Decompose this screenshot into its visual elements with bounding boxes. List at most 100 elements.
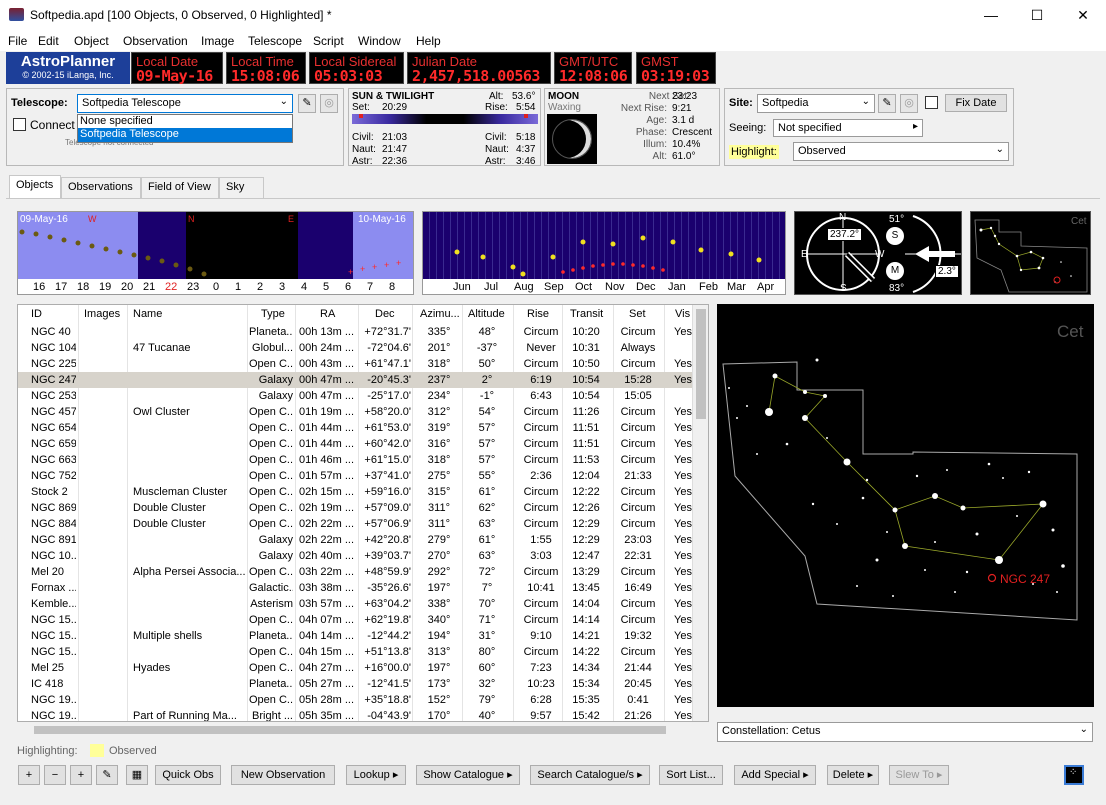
col-type[interactable]: Type <box>261 308 285 320</box>
telescope-option[interactable]: None specified <box>78 115 292 128</box>
table-row[interactable]: NGC 40 Planeta... 00h 13m ... +72°31.7' 335°… <box>18 324 694 340</box>
col-vis[interactable]: Vis <box>675 308 690 320</box>
col-id[interactable]: ID <box>31 308 42 320</box>
site-select[interactable]: Softpedia ⌄ <box>757 94 875 113</box>
add-object-button[interactable]: + <box>18 765 40 785</box>
col-transit[interactable]: Transit <box>570 308 603 320</box>
col-rise[interactable]: Rise <box>527 308 549 320</box>
table-row[interactable]: NGC 225 Open C... 00h 43m ... +61°47.1' 318°… <box>18 356 694 372</box>
slew-to-button[interactable]: Slew To ▸ <box>889 765 949 785</box>
table-row[interactable]: NGC 457 Owl Cluster Open C... 01h 19m ... +5… <box>18 404 694 420</box>
table-row[interactable]: NGC 10... Galaxy 02h 40m ... +39°03.7' 270° 6… <box>18 548 694 564</box>
scroll-thumb[interactable] <box>34 726 666 734</box>
highlight-select[interactable]: Observed ⌄ <box>793 142 1009 161</box>
cell-rise: Circum <box>523 358 559 370</box>
quick-obs-button[interactable]: Quick Obs <box>155 765 221 785</box>
menu-image[interactable]: Image <box>201 34 234 48</box>
show-catalogue-button[interactable]: Show Catalogue ▸ <box>416 765 520 785</box>
scroll-thumb[interactable] <box>696 309 706 419</box>
target-label[interactable]: NGC 247 <box>1000 572 1050 586</box>
cell-rise: 6:43 <box>530 390 552 402</box>
col-set[interactable]: Set <box>629 308 646 320</box>
col-ra[interactable]: RA <box>320 308 335 320</box>
menu-help[interactable]: Help <box>416 34 441 48</box>
search-catalogue-button[interactable]: Search Catalogue/s ▸ <box>530 765 650 785</box>
site-globe-button[interactable]: ◎ <box>900 94 918 113</box>
cell-rise: Circum <box>523 326 559 338</box>
edit-telescope-button[interactable]: ✎ <box>298 94 316 113</box>
table-row[interactable]: NGC 15... Multiple shells Planeta... 04h 14… <box>18 628 694 644</box>
delete-button[interactable]: Delete ▸ <box>827 765 879 785</box>
table-row[interactable]: NGC 654 Open C... 01h 44m ... +61°53.0' 319°… <box>18 420 694 436</box>
sky-map[interactable]: Cet NGC 247 <box>717 304 1094 707</box>
moon-alt: 61.0° <box>672 151 696 162</box>
table-vertical-scrollbar[interactable] <box>692 305 708 721</box>
seeing-select[interactable]: Not specified ▸ <box>773 119 923 137</box>
fix-date-checkbox[interactable] <box>925 96 938 109</box>
maximize-button[interactable]: ☐ <box>1014 0 1060 31</box>
col-dec[interactable]: Dec <box>375 308 395 320</box>
cell-altitude: 60° <box>478 662 496 674</box>
connect-label: Connect t <box>30 118 82 132</box>
table-row[interactable]: NGC 15... Open C... 04h 15m ... +51°13.8' 31… <box>18 644 694 660</box>
table-row[interactable]: Fornax ... Galactic... 03h 38m ... -35°26.6… <box>18 580 694 596</box>
col-azimuth[interactable]: Azimu... <box>420 308 460 320</box>
telescope-settings-button[interactable]: ◎ <box>320 94 338 113</box>
minimize-button[interactable]: — <box>968 0 1014 31</box>
mini-constellation-map[interactable]: Cet <box>970 211 1091 295</box>
menu-file[interactable]: File <box>8 34 27 48</box>
menu-script[interactable]: Script <box>313 34 344 48</box>
connect-checkbox[interactable] <box>13 118 26 131</box>
menu-observation[interactable]: Observation <box>123 34 188 48</box>
tab-sky[interactable]: Sky <box>219 177 264 198</box>
table-row[interactable]: IC 418 Planeta... 05h 27m ... -12°41.5' 173°… <box>18 676 694 692</box>
table-row[interactable]: Mel 25 Hyades Open C... 04h 27m ... +16°00.0… <box>18 660 694 676</box>
menu-window[interactable]: Window <box>358 34 401 48</box>
remove-object-button[interactable]: − <box>44 765 66 785</box>
table-row[interactable]: NGC 253 Galaxy 00h 47m ... -25°17.0' 234° -1°… <box>18 388 694 404</box>
table-row[interactable]: NGC 19... Part of Running Ma... Bright ...… <box>18 708 694 721</box>
new-observation-button[interactable]: New Observation <box>231 765 335 785</box>
telescope-option[interactable]: Softpedia Telescope <box>78 128 292 142</box>
table-row[interactable]: NGC 659 Open C... 01h 44m ... +60°42.0' 316°… <box>18 436 694 452</box>
table-horizontal-scrollbar[interactable] <box>18 722 708 738</box>
site-label: Site: <box>729 97 753 109</box>
sky-view-toggle-button[interactable]: ⁘ <box>1064 765 1084 785</box>
table-row[interactable]: NGC 247 Galaxy 00h 47m ... -20°45.3' 237° 2° 6… <box>18 372 694 388</box>
lookup-button[interactable]: Lookup ▸ <box>346 765 406 785</box>
calculator-button[interactable]: ▦ <box>126 765 148 785</box>
edit-object-button[interactable]: ✎ <box>96 765 118 785</box>
tab-observations[interactable]: Observations <box>61 177 141 198</box>
telescope-select[interactable]: Softpedia Telescope ⌄ <box>77 94 293 113</box>
edit-site-button[interactable]: ✎ <box>878 94 896 113</box>
table-row[interactable]: NGC 663 Open C... 01h 46m ... +61°15.0' 318°… <box>18 452 694 468</box>
fix-date-button[interactable]: Fix Date <box>945 94 1007 112</box>
cell-type: Open C... <box>249 518 293 530</box>
table-row[interactable]: NGC 884 Double Cluster Open C... 02h 22m ..… <box>18 516 694 532</box>
table-row[interactable]: NGC 752 Open C... 01h 57m ... +37°41.0' 275°… <box>18 468 694 484</box>
tab-field-of-view[interactable]: Field of View <box>141 177 219 198</box>
table-row[interactable]: NGC 869 Double Cluster Open C... 02h 19m ..… <box>18 500 694 516</box>
table-row[interactable]: Stock 2 Muscleman Cluster Open C... 02h 15m… <box>18 484 694 500</box>
col-name[interactable]: Name <box>133 308 162 320</box>
constellation-select[interactable]: Constellation: Cetus ⌄ <box>717 722 1093 742</box>
add-special-button[interactable]: Add Special ▸ <box>734 765 816 785</box>
table-header: ID Images Name Type RA Dec Azimu... Alti… <box>18 305 694 323</box>
table-row[interactable]: NGC 19... Open C... 05h 28m ... +35°18.8' 15… <box>18 692 694 708</box>
sort-list-button[interactable]: Sort List... <box>659 765 723 785</box>
tab-objects[interactable]: Objects <box>9 175 61 199</box>
menu-edit[interactable]: Edit <box>38 34 59 48</box>
table-row[interactable]: NGC 15... Open C... 04h 07m ... +62°19.8' 34… <box>18 612 694 628</box>
table-row[interactable]: NGC 891 Galaxy 02h 22m ... +42°20.8' 279° 61°… <box>18 532 694 548</box>
menu-telescope[interactable]: Telescope <box>248 34 302 48</box>
close-button[interactable]: ✕ <box>1060 0 1106 31</box>
table-row[interactable]: Kemble... Asterism 03h 57m ... +63°04.2' 338… <box>18 596 694 612</box>
add-multiple-button[interactable]: + <box>70 765 92 785</box>
col-altitude[interactable]: Altitude <box>468 308 505 320</box>
table-row[interactable]: NGC 104 47 Tucanae Globul... 00h 24m ... -72… <box>18 340 694 356</box>
menu-object[interactable]: Object <box>74 34 109 48</box>
col-images[interactable]: Images <box>84 308 120 320</box>
cell-altitude: -37° <box>476 342 498 354</box>
table-row[interactable]: Mel 20 Alpha Persei Associa... Open C... 03… <box>18 564 694 580</box>
moon-age: 3.1 d <box>672 115 695 126</box>
